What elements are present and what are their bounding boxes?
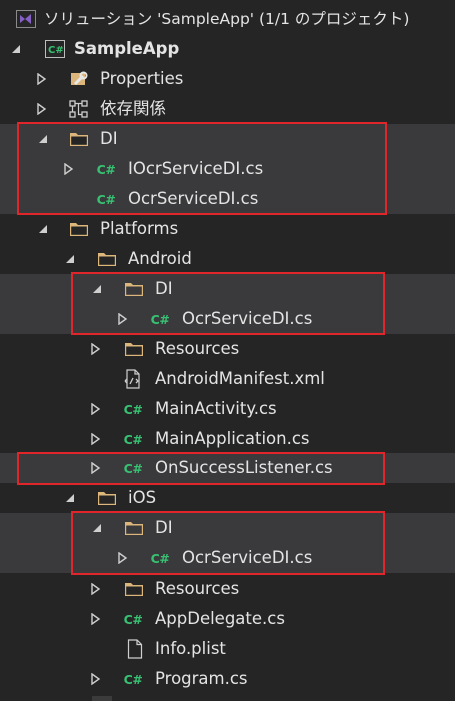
expanded-triangle-icon[interactable]	[64, 253, 76, 265]
tree-node-android-ocrservicedi[interactable]: C# OcrServiceDI.cs	[0, 304, 455, 334]
csharp-file-icon: C#	[123, 611, 143, 627]
collapsed-triangle-icon[interactable]	[62, 163, 74, 175]
tree-node-appdelegate[interactable]: C# AppDelegate.cs	[0, 604, 455, 634]
tree-node-onsuccesslistener[interactable]: C# OnSuccessListener.cs	[0, 453, 455, 483]
svg-text:C#: C#	[48, 45, 64, 56]
tree-node-iocrservicedi[interactable]: C# IOcrServiceDI.cs	[0, 154, 455, 184]
expanded-triangle-icon[interactable]	[37, 223, 49, 235]
collapsed-triangle-icon[interactable]	[35, 103, 47, 115]
collapsed-triangle-icon[interactable]	[89, 433, 101, 445]
tree-node-label: Platforms	[100, 219, 179, 238]
tree-node-label: iOS	[128, 488, 157, 507]
tree-node-android[interactable]: Android	[0, 244, 455, 274]
folder-icon	[123, 519, 145, 537]
tree-node-ios-ocrservicedi[interactable]: C# OcrServiceDI.cs	[0, 543, 455, 573]
csharp-file-icon: C#	[123, 431, 143, 447]
folder-icon	[96, 250, 118, 268]
folder-icon	[68, 220, 90, 238]
tree-node-infoplist[interactable]: Info.plist	[0, 634, 455, 664]
tree-node-sampleapp[interactable]: C# SampleApp	[0, 34, 455, 64]
tree-node-label: DI	[155, 279, 173, 298]
wrench-icon	[68, 70, 90, 88]
xml-file-icon	[122, 369, 144, 389]
folder-icon	[68, 130, 90, 148]
expanded-triangle-icon[interactable]	[91, 283, 103, 295]
expanded-triangle-icon[interactable]	[91, 522, 103, 534]
tree-node-label: Program.cs	[155, 669, 248, 688]
tree-node-dependencies[interactable]: 依存関係	[0, 94, 455, 124]
file-icon	[124, 639, 146, 659]
folder-icon	[123, 580, 145, 598]
tree-node-label: DI	[155, 518, 173, 537]
csharp-file-icon: C#	[96, 191, 116, 207]
tree-node-ocrservicedi[interactable]: C# OcrServiceDI.cs	[0, 184, 455, 214]
tree-node-label: AppDelegate.cs	[155, 609, 285, 628]
tree-node-ios-di[interactable]: DI	[0, 513, 455, 543]
tree-node-platforms[interactable]: Platforms	[0, 214, 455, 244]
tree-node-mainapplication[interactable]: C# MainApplication.cs	[0, 424, 455, 454]
csharp-file-icon: C#	[96, 161, 116, 177]
expanded-triangle-icon[interactable]	[64, 492, 76, 504]
tree-node-label: Android	[128, 249, 192, 268]
solution-title: ソリューション 'SampleApp' (1/1 のプロジェクト)	[44, 10, 410, 28]
tree-node-mainactivity[interactable]: C# MainActivity.cs	[0, 394, 455, 424]
csharp-file-icon: C#	[150, 311, 170, 327]
tree-node-label: MainApplication.cs	[155, 429, 310, 448]
tree-node-label: AndroidManifest.xml	[155, 369, 325, 388]
tree-node-label: OcrServiceDI.cs	[182, 548, 313, 567]
collapsed-triangle-icon[interactable]	[89, 403, 101, 415]
collapsed-triangle-icon[interactable]	[89, 462, 101, 474]
folder-icon	[96, 489, 118, 507]
csharp-file-icon: C#	[123, 671, 143, 687]
collapsed-triangle-icon[interactable]	[89, 343, 101, 355]
partial-row-indicator	[92, 696, 112, 701]
collapsed-triangle-icon[interactable]	[116, 552, 128, 564]
tree-node-label: 依存関係	[100, 99, 166, 118]
tree-node-label: OnSuccessListener.cs	[155, 458, 333, 477]
csharp-file-icon: C#	[123, 460, 143, 476]
tree-node-label: Properties	[100, 69, 184, 88]
tree-node-di[interactable]: DI	[0, 124, 455, 154]
tree-node-android-resources[interactable]: Resources	[0, 334, 455, 364]
expanded-triangle-icon[interactable]	[10, 43, 22, 55]
tree-node-label: Resources	[155, 579, 240, 598]
solution-row[interactable]: ソリューション 'SampleApp' (1/1 のプロジェクト)	[0, 4, 455, 34]
csharp-file-icon: C#	[123, 401, 143, 417]
tree-node-ios-resources[interactable]: Resources	[0, 574, 455, 604]
tree-node-label: DI	[100, 129, 118, 148]
collapsed-triangle-icon[interactable]	[89, 583, 101, 595]
tree-node-properties[interactable]: Properties	[0, 64, 455, 94]
dependencies-icon	[68, 100, 90, 118]
tree-node-label: IOcrServiceDI.cs	[128, 159, 264, 178]
tree-node-androidmanifest[interactable]: AndroidManifest.xml	[0, 364, 455, 394]
tree-node-android-di[interactable]: DI	[0, 274, 455, 304]
tree-node-label: Info.plist	[155, 639, 226, 658]
tree-node-label: OcrServiceDI.cs	[182, 309, 313, 328]
collapsed-triangle-icon[interactable]	[89, 673, 101, 685]
collapsed-triangle-icon[interactable]	[35, 73, 47, 85]
folder-icon	[123, 340, 145, 358]
collapsed-triangle-icon[interactable]	[116, 313, 128, 325]
collapsed-triangle-icon[interactable]	[89, 613, 101, 625]
tree-node-label: MainActivity.cs	[155, 399, 277, 418]
tree-node-label: OcrServiceDI.cs	[128, 189, 259, 208]
solution-explorer-tree: ソリューション 'SampleApp' (1/1 のプロジェクト) C# Sam…	[0, 0, 455, 701]
tree-node-label: Resources	[155, 339, 240, 358]
csharp-project-icon: C#	[44, 40, 66, 58]
tree-node-label: SampleApp	[74, 39, 180, 58]
folder-icon	[123, 280, 145, 298]
expanded-triangle-icon[interactable]	[37, 133, 49, 145]
tree-node-ios[interactable]: iOS	[0, 483, 455, 513]
tree-node-program[interactable]: C# Program.cs	[0, 664, 455, 694]
vs-solution-icon	[15, 10, 37, 28]
csharp-file-icon: C#	[150, 550, 170, 566]
